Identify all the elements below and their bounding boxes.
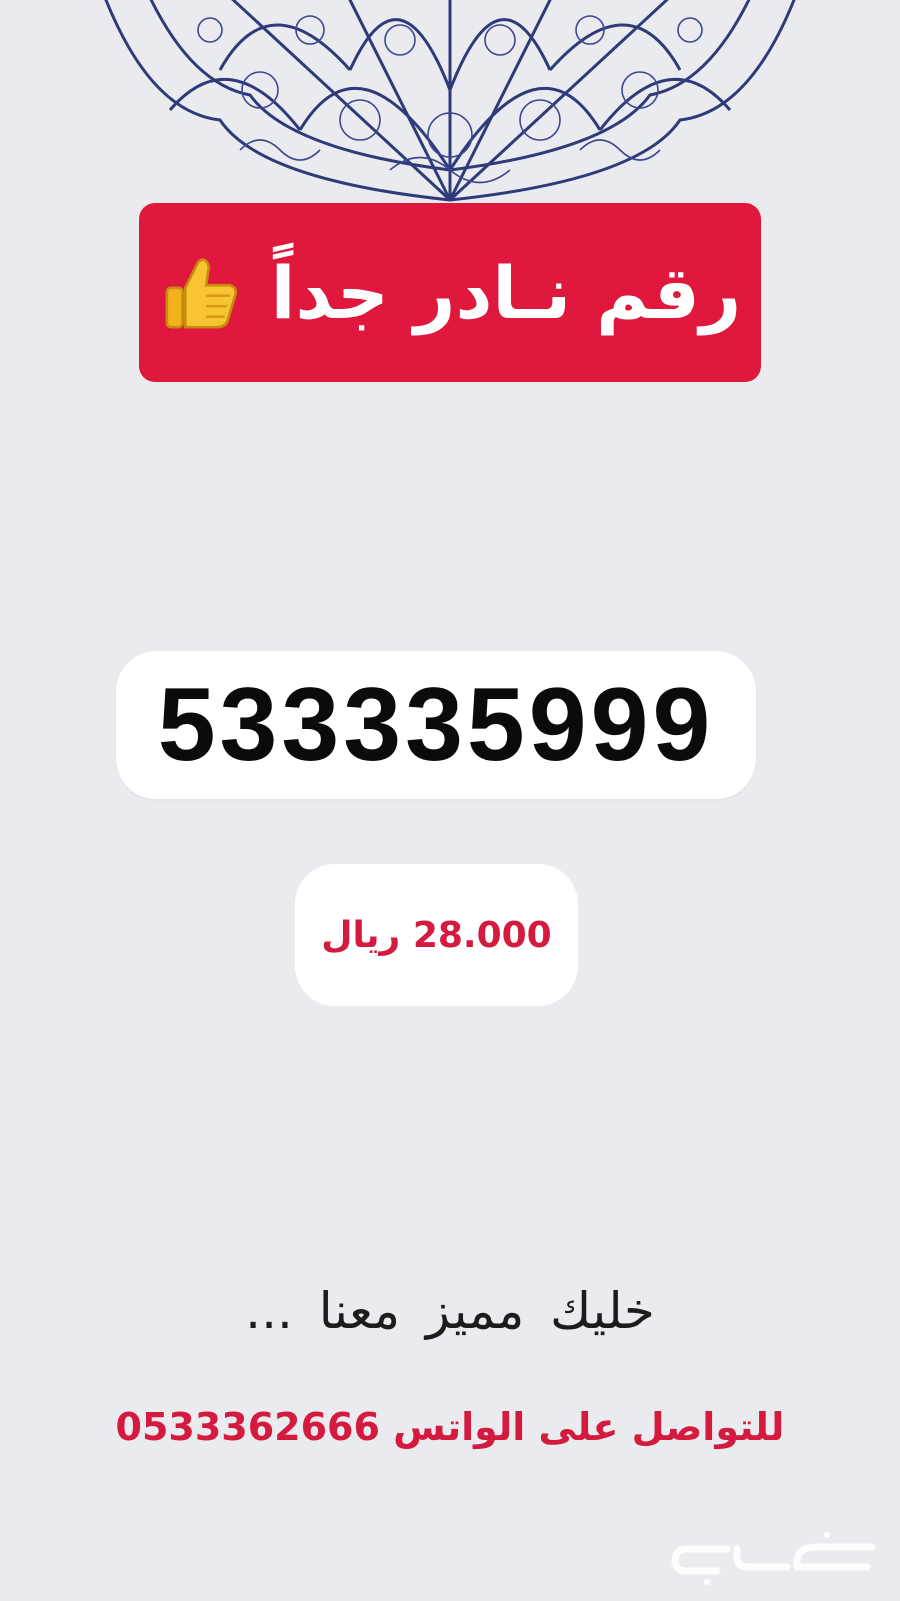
- haraj-logo-icon: [671, 1532, 876, 1585]
- price-text: 28.000 ريال: [321, 914, 552, 956]
- headline-text: رقم نـادر جداً: [270, 250, 742, 335]
- haraj-watermark-logo: [667, 1527, 882, 1589]
- thumbs-up-icon: [165, 257, 237, 328]
- headline-banner: رقم نـادر جداً: [139, 203, 761, 382]
- phone-number: 533335999: [157, 667, 715, 783]
- contact-whatsapp: للتواصل على الواتس 0533362666: [115, 1405, 785, 1449]
- ornament-mandala-icon: [104, 0, 796, 202]
- tagline: خليك مميز معنا ...: [245, 1282, 655, 1340]
- decorative-ornament: [60, 0, 840, 210]
- number-card: 533335999: [116, 651, 756, 799]
- price-card: 28.000 ريال: [295, 864, 578, 1006]
